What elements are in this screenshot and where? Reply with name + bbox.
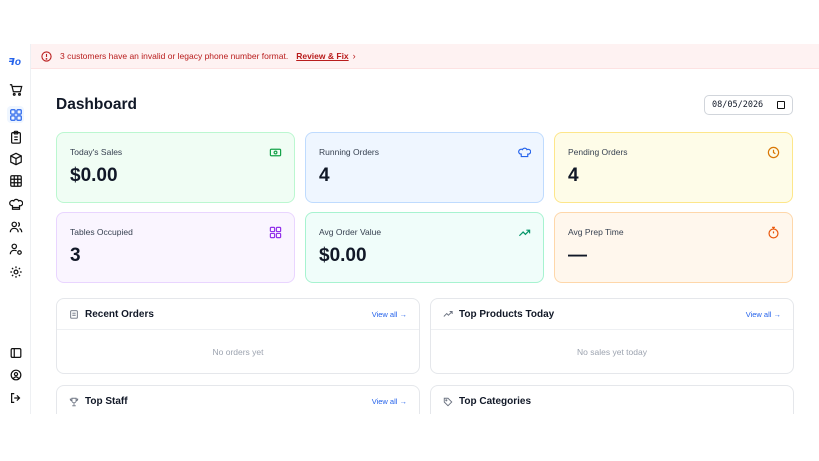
- panel-header: Recent Orders View all →: [57, 299, 419, 330]
- stat-card-pending-orders: Pending Orders 4: [554, 132, 793, 203]
- recent-orders-panel: Recent Orders View all → No orders yet: [56, 298, 420, 374]
- stat-value: 4: [568, 165, 579, 186]
- calendar-icon[interactable]: [777, 101, 785, 109]
- trophy-icon: [69, 397, 79, 406]
- stat-value: 3: [70, 245, 81, 266]
- stat-label: Avg Order Value: [319, 227, 382, 237]
- clipboard-icon: [70, 310, 78, 319]
- panel-title: Top Staff: [85, 396, 128, 407]
- account-circle-icon[interactable]: [7, 366, 24, 383]
- top-products-panel: Top Products Today View all → No sales y…: [430, 298, 794, 374]
- empty-state: No sales yet today: [577, 346, 647, 357]
- cart-icon[interactable]: [7, 81, 24, 98]
- trending-up-icon: [443, 311, 453, 317]
- users-icon[interactable]: [7, 218, 24, 235]
- sidebar-toggle-icon[interactable]: [7, 344, 24, 361]
- stat-label: Avg Prep Time: [568, 227, 624, 237]
- view-all-link[interactable]: View all →: [372, 310, 407, 319]
- stopwatch-icon: [768, 226, 779, 239]
- grid-icon: [269, 226, 282, 239]
- panel-title: Top Categories: [459, 396, 532, 407]
- panel-title: Recent Orders: [85, 308, 154, 320]
- sidebar: ꟻo: [0, 44, 31, 414]
- date-value: 08/05/2026: [712, 100, 764, 110]
- stat-value: 4: [319, 165, 330, 186]
- view-all-link[interactable]: View all →: [372, 397, 407, 406]
- phone-format-warning-banner: 3 customers have an invalid or legacy ph…: [31, 44, 819, 69]
- stat-card-avg-prep-time: Avg Prep Time —: [554, 212, 793, 283]
- page-title: Dashboard: [56, 96, 137, 113]
- panel-header: Top Staff View all →: [57, 386, 419, 414]
- panel-header: Top Categories: [431, 386, 793, 414]
- stat-card-avg-order-value: Avg Order Value $0.00: [305, 212, 544, 283]
- settings-gear-icon[interactable]: [7, 263, 24, 280]
- stat-card-tables-occupied: Tables Occupied 3: [56, 212, 295, 283]
- app-shell: ꟻo 3 customers have an invalid or legacy…: [0, 44, 819, 414]
- stat-label: Pending Orders: [568, 147, 628, 157]
- dashboard-grid-icon[interactable]: [7, 106, 24, 123]
- cash-icon: [269, 148, 282, 157]
- stat-label: Tables Occupied: [70, 227, 133, 237]
- review-fix-link[interactable]: Review & Fix: [296, 51, 348, 61]
- user-settings-icon[interactable]: [7, 240, 24, 257]
- stat-card-todays-sales: Today's Sales $0.00: [56, 132, 295, 203]
- box-icon[interactable]: [7, 150, 24, 167]
- stat-label: Today's Sales: [70, 147, 123, 157]
- clipboard-icon[interactable]: [7, 128, 24, 145]
- stat-value: —: [568, 245, 587, 266]
- empty-state: No orders yet: [212, 346, 264, 357]
- table-grid-icon[interactable]: [7, 172, 24, 189]
- tag-icon: [443, 397, 453, 406]
- banner-message: 3 customers have an invalid or legacy ph…: [60, 51, 289, 61]
- stat-value: $0.00: [319, 245, 367, 266]
- stat-label: Running Orders: [319, 147, 380, 157]
- top-staff-panel: Top Staff View all →: [56, 385, 420, 414]
- chef-hat-icon[interactable]: [7, 195, 24, 212]
- stat-card-running-orders: Running Orders 4: [305, 132, 544, 203]
- chevron-right-icon[interactable]: ›: [353, 51, 356, 61]
- stat-value: $0.00: [70, 165, 118, 186]
- chef-hat-icon: [518, 147, 531, 158]
- date-picker[interactable]: 08/05/2026: [704, 95, 793, 115]
- top-categories-panel: Top Categories: [430, 385, 794, 414]
- panel-header: Top Products Today View all →: [431, 299, 793, 330]
- trending-up-icon: [518, 229, 531, 237]
- panel-title: Top Products Today: [459, 308, 555, 320]
- clock-icon: [767, 146, 780, 159]
- app-logo[interactable]: ꟻo: [8, 57, 21, 68]
- logout-icon[interactable]: [7, 389, 24, 406]
- view-all-link[interactable]: View all →: [746, 310, 781, 319]
- alert-circle-icon: [41, 50, 52, 62]
